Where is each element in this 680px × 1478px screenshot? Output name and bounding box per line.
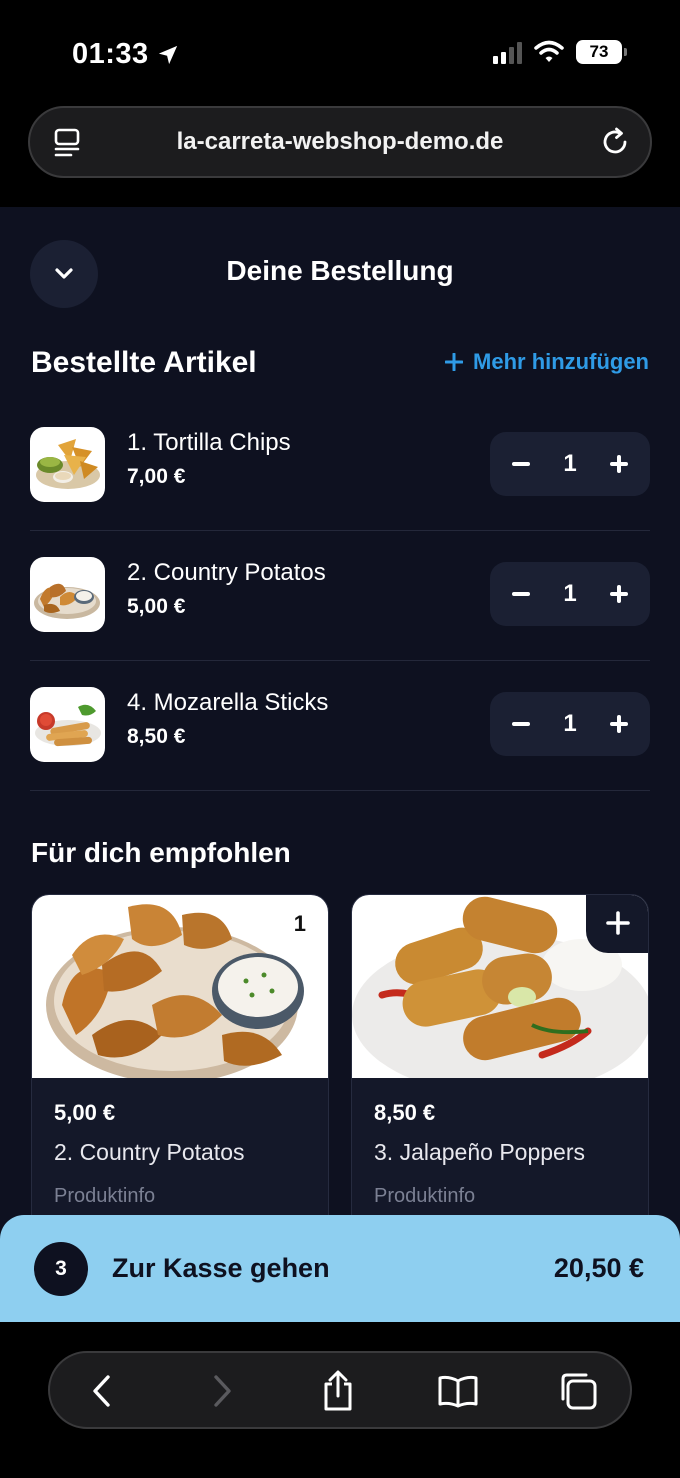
product-info-link[interactable]: Produktinfo xyxy=(374,1185,475,1208)
chevron-left-icon xyxy=(93,1375,110,1407)
increase-button[interactable] xyxy=(609,455,628,473)
recommended-title: Für dich empfohlen xyxy=(31,837,291,868)
plus-icon xyxy=(445,353,464,371)
recommended-price: 5,00 € xyxy=(54,1100,116,1125)
add-to-cart-button[interactable] xyxy=(586,895,648,953)
page-title: Deine Bestellung xyxy=(226,255,454,286)
decrease-button[interactable] xyxy=(512,592,530,596)
quantity-stepper: 1 xyxy=(490,432,650,496)
page-menu-icon[interactable] xyxy=(54,128,82,158)
battery-indicator: 73 xyxy=(576,40,627,64)
battery-level: 73 xyxy=(589,42,609,61)
quantity-value: 1 xyxy=(563,710,577,737)
decrease-button[interactable] xyxy=(512,462,530,466)
item-price: 7,00 € xyxy=(127,465,186,488)
recommended-price: 8,50 € xyxy=(374,1100,436,1125)
country-potatos-image xyxy=(30,557,105,632)
tabs-icon xyxy=(561,1373,597,1410)
country-potatos-photo xyxy=(32,895,328,1078)
quantity-stepper: 1 xyxy=(490,562,650,626)
browser-address-bar[interactable]: la-carreta-webshop-demo.de xyxy=(28,106,652,178)
recommended-card-country-potatos[interactable]: 1 5,00 € 2. Country Potatos Produktinfo xyxy=(31,894,329,1234)
checkout-label: Zur Kasse gehen xyxy=(112,1253,330,1283)
item-name: 4. Mozarella Sticks xyxy=(127,689,329,716)
bookmarks-button[interactable] xyxy=(436,1369,480,1413)
browser-toolbar xyxy=(48,1351,632,1429)
item-name: 1. Tortilla Chips xyxy=(127,429,291,456)
quantity-value: 1 xyxy=(563,580,577,607)
order-item-mozarella-sticks: 4. Mozarella Sticks 8,50 € 1 xyxy=(30,661,650,791)
recommended-name: 3. Jalapeño Poppers xyxy=(374,1139,585,1165)
increase-button[interactable] xyxy=(609,715,628,733)
status-time: 01:33 xyxy=(72,38,179,71)
order-panel: Deine Bestellung Bestellte Artikel Mehr … xyxy=(0,207,680,1322)
checkout-button[interactable]: 3 Zur Kasse gehen 20,50 € xyxy=(0,1215,680,1322)
item-name: 2. Country Potatos xyxy=(127,559,326,586)
book-icon xyxy=(438,1375,478,1408)
recommended-count-badge: 1 xyxy=(293,911,306,936)
recommended-card-jalapeno-poppers[interactable]: 8,50 € 3. Jalapeño Poppers Produktinfo xyxy=(351,894,649,1234)
location-arrow-icon xyxy=(158,45,177,64)
share-icon xyxy=(324,1370,352,1411)
order-item-tortilla-chips: 1. Tortilla Chips 7,00 € 1 xyxy=(30,401,650,531)
mozarella-sticks-image xyxy=(30,687,105,762)
recommended-name: 2. Country Potatos xyxy=(54,1139,245,1165)
add-more-label[interactable]: Mehr hinzufügen xyxy=(473,349,649,375)
checkout-total: 20,50 € xyxy=(553,1253,644,1283)
item-price: 8,50 € xyxy=(127,725,186,748)
cart-count-badge: 3 xyxy=(34,1242,88,1296)
quantity-value: 1 xyxy=(563,450,577,477)
share-button[interactable] xyxy=(316,1369,360,1413)
status-bar: 01:33 73 xyxy=(0,0,680,100)
url-text[interactable]: la-carreta-webshop-demo.de xyxy=(30,128,650,156)
quantity-stepper: 1 xyxy=(490,692,650,756)
wifi-icon xyxy=(534,40,564,62)
product-info-link[interactable]: Produktinfo xyxy=(54,1185,155,1208)
increase-button[interactable] xyxy=(609,585,628,603)
item-price: 5,00 € xyxy=(127,595,186,618)
tabs-button[interactable] xyxy=(556,1369,600,1413)
ordered-items-title: Bestellte Artikel xyxy=(31,346,257,379)
chevron-right-icon xyxy=(214,1375,231,1407)
plus-icon xyxy=(606,911,630,935)
tortilla-chips-image xyxy=(30,427,105,502)
back-button[interactable] xyxy=(80,1369,124,1413)
reload-icon[interactable] xyxy=(600,126,632,158)
clock: 01:33 xyxy=(72,38,149,70)
add-more-link[interactable]: Mehr hinzufügen xyxy=(445,349,649,375)
decrease-button[interactable] xyxy=(512,722,530,726)
cellular-signal-icon xyxy=(493,40,522,64)
forward-button[interactable] xyxy=(200,1369,244,1413)
order-item-country-potatos: 2. Country Potatos 5,00 € 1 xyxy=(30,531,650,661)
status-indicators: 73 xyxy=(493,40,627,64)
